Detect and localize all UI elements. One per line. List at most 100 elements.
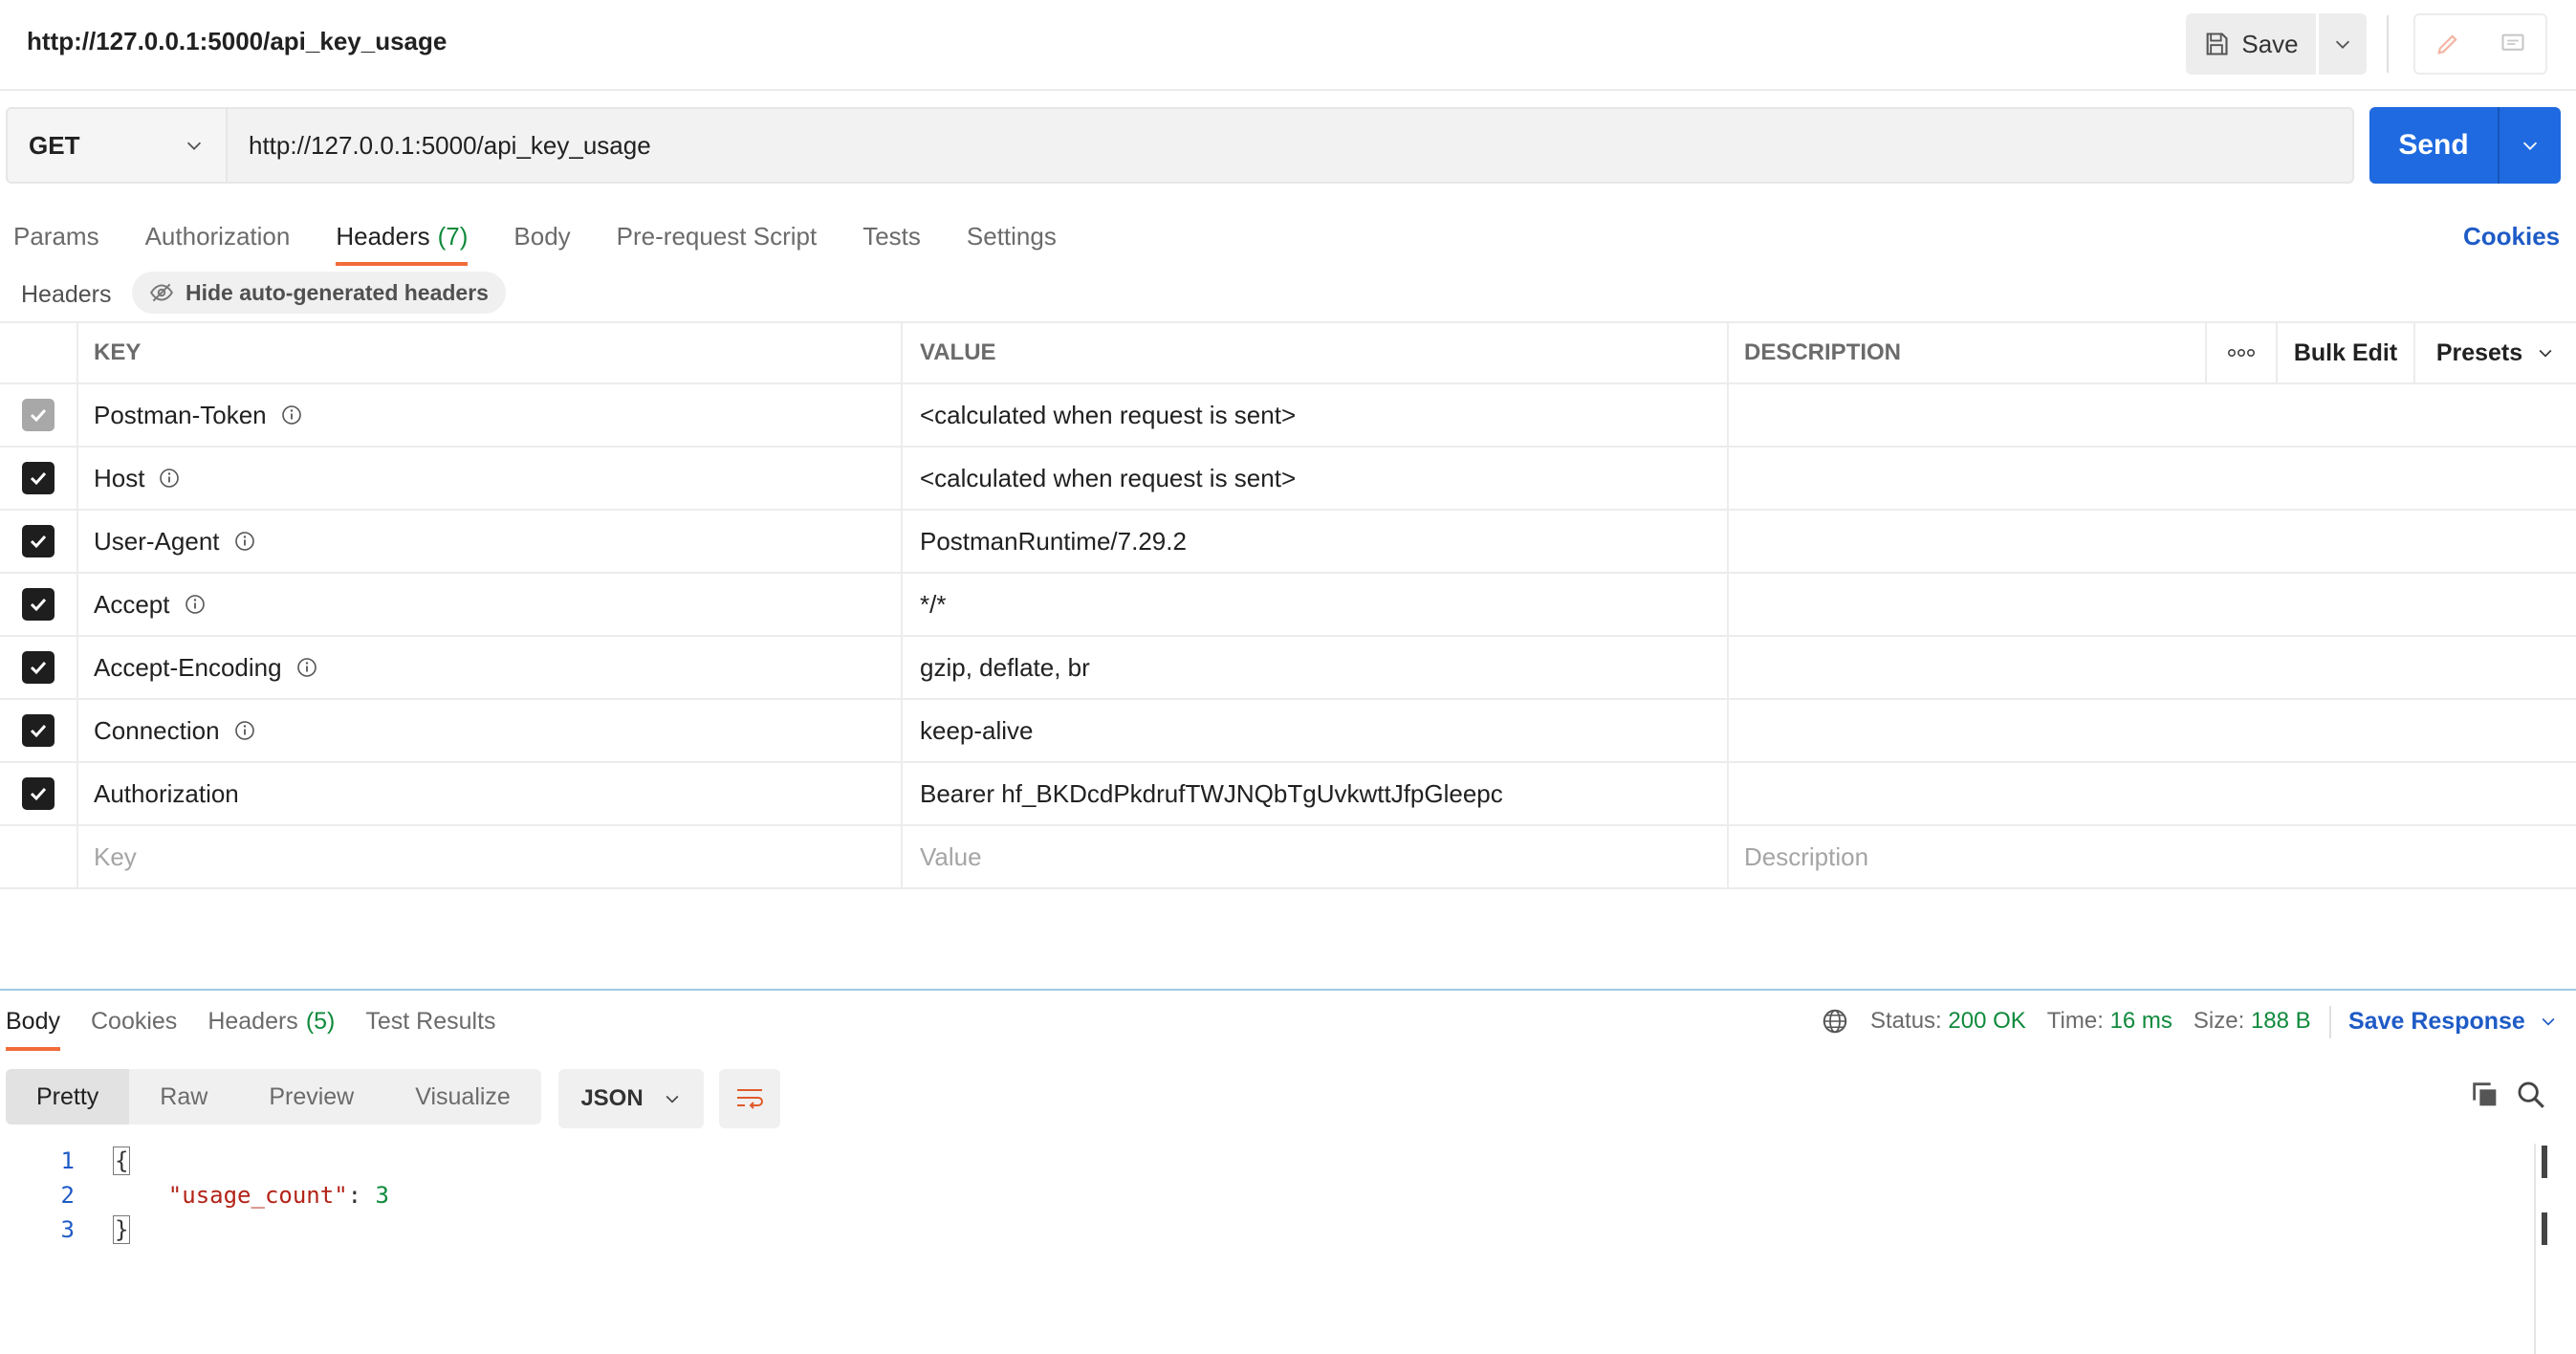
info-icon[interactable] [158,467,181,490]
url-input[interactable]: http://127.0.0.1:5000/api_key_usage [228,107,2354,184]
globe-icon[interactable] [1821,1007,1849,1036]
scroll-markers [2542,1146,2549,1279]
row-key-cell[interactable]: User-Agent [76,511,901,572]
row-description-cell[interactable] [1727,574,2576,635]
info-icon[interactable] [280,404,303,426]
row-value-cell[interactable]: */* [901,574,1727,635]
row-key: Authorization [94,778,239,808]
format-preview[interactable]: Preview [238,1069,384,1125]
send-options-button[interactable] [2500,107,2561,184]
save-options-button[interactable] [2319,13,2367,75]
row-description-cell[interactable] [1727,637,2576,698]
wrap-lines-button[interactable] [719,1069,780,1128]
send-button[interactable]: Send [2369,107,2498,184]
row-checkbox[interactable] [22,651,55,684]
row-key-cell[interactable]: Postman-Token [76,384,901,446]
row-checkbox-cell [0,384,76,446]
format-pretty[interactable]: Pretty [6,1069,130,1125]
comment-icon[interactable] [2500,31,2526,57]
new-description-input[interactable]: Description [1727,826,2576,887]
search-icon[interactable] [2515,1079,2547,1111]
row-checkbox-cell [0,763,76,824]
copy-icon[interactable] [2469,1079,2501,1111]
column-key: KEY [76,323,901,382]
pane-divider[interactable] [0,989,2576,991]
row-checkbox[interactable] [22,777,55,810]
response-tab-cookies[interactable]: Cookies [91,997,177,1045]
tab-pre-request-script[interactable]: Pre-request Script [617,212,818,260]
tab-headers[interactable]: Headers (7) [336,212,469,266]
edit-icon[interactable] [2434,31,2461,57]
headers-section-label: Headers [21,280,112,308]
response-tab-body[interactable]: Body [6,997,60,1051]
check-icon [30,787,47,801]
save-button[interactable]: Save [2186,13,2316,75]
bulk-edit-button[interactable]: Bulk Edit [2276,323,2413,382]
row-value-cell[interactable]: <calculated when request is sent> [901,384,1727,446]
row-key: Postman-Token [94,400,267,429]
headers-count: (7) [437,221,469,251]
row-checkbox[interactable] [22,462,55,494]
presets-dropdown[interactable]: Presets [2413,323,2576,382]
row-key-cell[interactable]: Authorization [76,763,901,824]
row-checkbox[interactable] [22,525,55,557]
info-icon[interactable] [184,593,207,616]
response-tab-headers[interactable]: Headers (5) [207,997,335,1045]
row-value-cell[interactable]: Bearer hf_BKDcdPkdrufTWJNQbTgUvkwttJfpGl… [901,763,1727,824]
cookies-link[interactable]: Cookies [2463,212,2560,260]
row-key-cell[interactable]: Host [76,448,901,509]
scroll-marker [2542,1146,2547,1178]
row-checkbox[interactable] [22,588,55,621]
info-icon[interactable] [233,719,256,742]
line-number: 3 [60,1216,75,1243]
new-value-input[interactable]: Value [901,826,1727,887]
response-tab-test-results[interactable]: Test Results [365,997,495,1045]
request-title[interactable]: http://127.0.0.1:5000/api_key_usage [27,27,447,56]
presets-label: Presets [2435,338,2523,366]
row-key-cell[interactable]: Accept-Encoding [76,637,901,698]
row-value: <calculated when request is sent> [920,463,1297,492]
tab-tests[interactable]: Tests [862,212,921,260]
table-row: Accept */* [0,574,2576,637]
row-value-cell[interactable]: gzip, deflate, br [901,637,1727,698]
row-value-cell[interactable]: <calculated when request is sent> [901,448,1727,509]
tab-settings[interactable]: Settings [967,212,1057,260]
time-info[interactable]: Time: 16 ms [2047,1008,2172,1035]
language-select[interactable]: JSON [558,1069,704,1128]
new-key-input[interactable]: Key [76,826,901,887]
row-value-cell[interactable]: PostmanRuntime/7.29.2 [901,511,1727,572]
save-response-dropdown[interactable]: Save Response [2348,998,2558,1044]
toolbar-divider [2387,15,2389,73]
tab-params[interactable]: Params [13,212,99,260]
tab-body[interactable]: Body [513,212,570,260]
hide-auto-generated-button[interactable]: Hide auto-generated headers [132,272,506,314]
check-icon [30,471,47,486]
info-icon[interactable] [295,656,318,679]
row-key-cell[interactable]: Accept [76,574,901,635]
row-description-cell[interactable] [1727,384,2576,446]
tab-authorization[interactable]: Authorization [145,212,291,260]
row-key-cell[interactable]: Connection [76,700,901,761]
table-header-row: KEY VALUE DESCRIPTION Bulk Edit Presets [0,321,2576,384]
response-body-editor[interactable]: 1 { 2 "usage_count": 3 3 } [0,1144,2534,1247]
method-select[interactable]: GET [6,107,228,184]
response-headers-count: (5) [305,1007,336,1035]
top-icon-group [2413,13,2547,75]
row-checkbox-cell [0,574,76,635]
status-divider [2329,1006,2331,1038]
info-icon[interactable] [233,530,256,553]
row-description-cell[interactable] [1727,511,2576,572]
row-description-cell[interactable] [1727,700,2576,761]
row-description-cell[interactable] [1727,763,2576,824]
more-options-button[interactable] [2205,323,2276,382]
status-info[interactable]: Status: 200 OK [1870,1008,2026,1035]
column-value: VALUE [901,323,1727,382]
editor-scrollbar[interactable] [2534,1144,2536,1354]
row-description-cell[interactable] [1727,448,2576,509]
format-visualize[interactable]: Visualize [384,1069,541,1125]
size-info[interactable]: Size: 188 B [2194,1008,2311,1035]
row-value-cell[interactable]: keep-alive [901,700,1727,761]
row-checkbox[interactable] [22,714,55,747]
row-value: PostmanRuntime/7.29.2 [920,526,1187,556]
format-raw[interactable]: Raw [129,1069,238,1125]
